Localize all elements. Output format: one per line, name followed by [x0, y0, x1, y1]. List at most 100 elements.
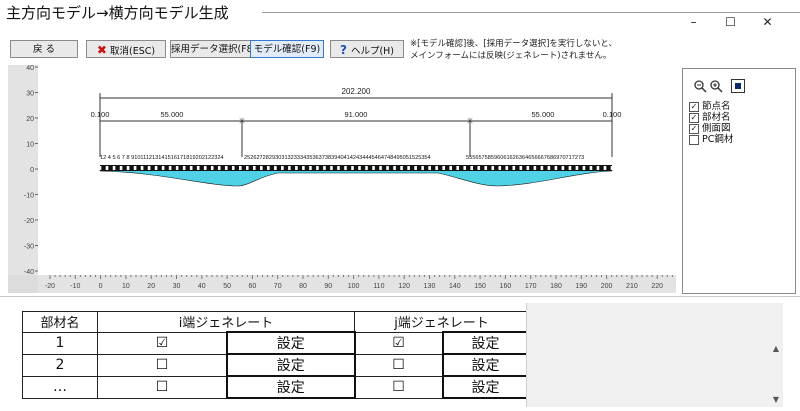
node-point: [147, 166, 151, 170]
vertical-scrollbar[interactable]: ▲ ▼: [770, 344, 782, 406]
node-point: [168, 166, 172, 170]
row-2-i-checkbox[interactable]: ☐: [97, 353, 228, 377]
node-point: [519, 166, 523, 170]
plot-area[interactable]: 202.200 0.100 55.000 91.000 55.000 0.100…: [38, 65, 676, 275]
row-1-i-settings-button[interactable]: 設定: [226, 331, 356, 355]
horizontal-tick-label: 40: [198, 283, 206, 290]
table-row: … ☐ 設定 ☐ 設定: [22, 375, 530, 399]
node-point: [238, 166, 242, 170]
row-2-i-settings-button[interactable]: 設定: [226, 353, 356, 377]
node-point: [133, 166, 137, 170]
node-point: [428, 166, 431, 170]
node-point: [442, 166, 445, 170]
option-node-name[interactable]: ✓ 節点名: [689, 101, 733, 112]
vertical-tick-label: 20: [26, 116, 34, 123]
node-point: [589, 166, 593, 170]
horizontal-tick-label: -10: [70, 283, 80, 290]
horizontal-tick-label: 20: [147, 283, 155, 290]
node-point: [112, 166, 116, 170]
node-point: [463, 166, 467, 170]
zoom-toolbar: [693, 79, 745, 93]
horizontal-tick-label: 90: [324, 283, 332, 290]
row-3-i-checkbox[interactable]: ☐: [97, 375, 228, 399]
horizontal-tick-label: 30: [173, 283, 181, 290]
scroll-up-icon[interactable]: ▲: [770, 344, 782, 353]
select-data-button[interactable]: 採用データ選択(F8): [170, 40, 256, 58]
row-3-member: …: [22, 375, 98, 399]
row-3-i-settings-button[interactable]: 設定: [226, 375, 356, 399]
help-label: ヘルプ(H): [350, 46, 395, 57]
help-button[interactable]: ? ヘルプ(H): [330, 40, 404, 58]
node-point: [182, 166, 186, 170]
row-3-j-checkbox[interactable]: ☐: [354, 375, 443, 399]
zoom-in-icon[interactable]: [709, 79, 723, 93]
option-side-view[interactable]: ✓ 側面図: [689, 123, 733, 134]
horizontal-tick-label: 190: [575, 283, 587, 290]
node-point: [400, 166, 403, 170]
node-point: [224, 166, 228, 170]
node-point: [316, 166, 319, 170]
scroll-down-icon[interactable]: ▼: [770, 395, 782, 404]
horizontal-tick-label: 150: [474, 283, 486, 290]
row-1-j-settings-button[interactable]: 設定: [441, 331, 530, 355]
vertical-tick-label: 0: [30, 167, 34, 174]
row-1-member: 1: [22, 331, 98, 355]
member-name-checkbox[interactable]: ✓: [689, 112, 699, 123]
node-point: [351, 166, 354, 170]
span-1-label: 55.000: [161, 110, 184, 119]
pc-steel-label: PC鋼材: [702, 134, 734, 145]
node-name-checkbox[interactable]: ✓: [689, 101, 699, 112]
node-point: [288, 166, 291, 170]
node-point: [140, 166, 144, 170]
notice-text: ※[モデル確認]後、[採用データ選択]を実行しないと、 メインフォームには反映(…: [410, 38, 617, 62]
minimize-button[interactable]: –: [675, 14, 712, 30]
display-checkbox-list: ✓ 節点名 ✓ 部材名 ✓ 側面図 PC鋼材: [689, 101, 733, 145]
horizontal-ruler-svg: -20 -10 0 10 20 30 40 50 60 70 80 90 100 110 120 130 140…: [45, 275, 678, 290]
node-point: [161, 166, 165, 170]
model-canvas[interactable]: 40 30 20 10 0 -10 -20 -30 -40 202.200 0.100 55.0…: [8, 65, 678, 293]
row-2-j-checkbox[interactable]: ☐: [354, 353, 443, 377]
title-divider: [262, 12, 800, 13]
node-point: [203, 166, 207, 170]
cancel-button[interactable]: ✖ 取消(ESC): [86, 40, 166, 58]
node-point: [582, 166, 586, 170]
zoom-out-icon[interactable]: [693, 79, 707, 93]
option-pc-steel[interactable]: PC鋼材: [689, 134, 733, 145]
horizontal-ruler: -20 -10 0 10 20 30 40 50 60 70 80 90 100 110 120 130 140…: [38, 275, 678, 293]
horizontal-tick-label: 10: [122, 283, 130, 290]
node-labels-right: 55565758596061626364656667686970717273: [466, 155, 584, 161]
close-button[interactable]: ✕: [749, 14, 786, 30]
node-point: [526, 166, 530, 170]
node-point: [407, 166, 410, 170]
node-point: [456, 166, 459, 170]
window-controls: – ☐ ✕: [675, 14, 786, 30]
node-point: [575, 166, 579, 170]
row-1-i-checkbox[interactable]: ☑: [97, 331, 228, 355]
confirm-model-button[interactable]: モデル確認(F9): [250, 40, 324, 58]
pc-steel-checkbox[interactable]: [689, 134, 699, 145]
table-header-row: 部材名 i端ジェネレート j端ジェネレート: [22, 311, 529, 333]
node-point: [175, 166, 179, 170]
node-point: [449, 166, 452, 170]
row-2-j-settings-button[interactable]: 設定: [441, 353, 530, 377]
node-point: [505, 166, 509, 170]
node-point: [309, 166, 312, 170]
maximize-button[interactable]: ☐: [712, 14, 749, 30]
horizontal-tick-label: 160: [500, 283, 512, 290]
row-3-j-settings-button[interactable]: 設定: [441, 375, 530, 399]
fit-view-icon[interactable]: [731, 79, 745, 93]
node-point: [386, 166, 389, 170]
node-point: [435, 166, 438, 170]
details-panel: [526, 303, 783, 407]
horizontal-tick-label: 210: [626, 283, 638, 290]
vertical-tick-label: -40: [24, 269, 34, 275]
node-point: [295, 166, 298, 170]
option-member-name[interactable]: ✓ 部材名: [689, 112, 733, 123]
notice-line-2: メインフォームには反映(ジェネレート)されません。: [410, 51, 612, 61]
notice-line-1: ※[モデル確認]後、[採用データ選択]を実行しないと、: [410, 39, 618, 49]
side-view-checkbox[interactable]: ✓: [689, 123, 699, 134]
horizontal-tick-label: 180: [550, 283, 562, 290]
row-1-j-checkbox[interactable]: ☑: [354, 331, 443, 355]
back-button[interactable]: 戻 る: [10, 40, 78, 58]
horizontal-tick-label: 80: [299, 283, 307, 290]
